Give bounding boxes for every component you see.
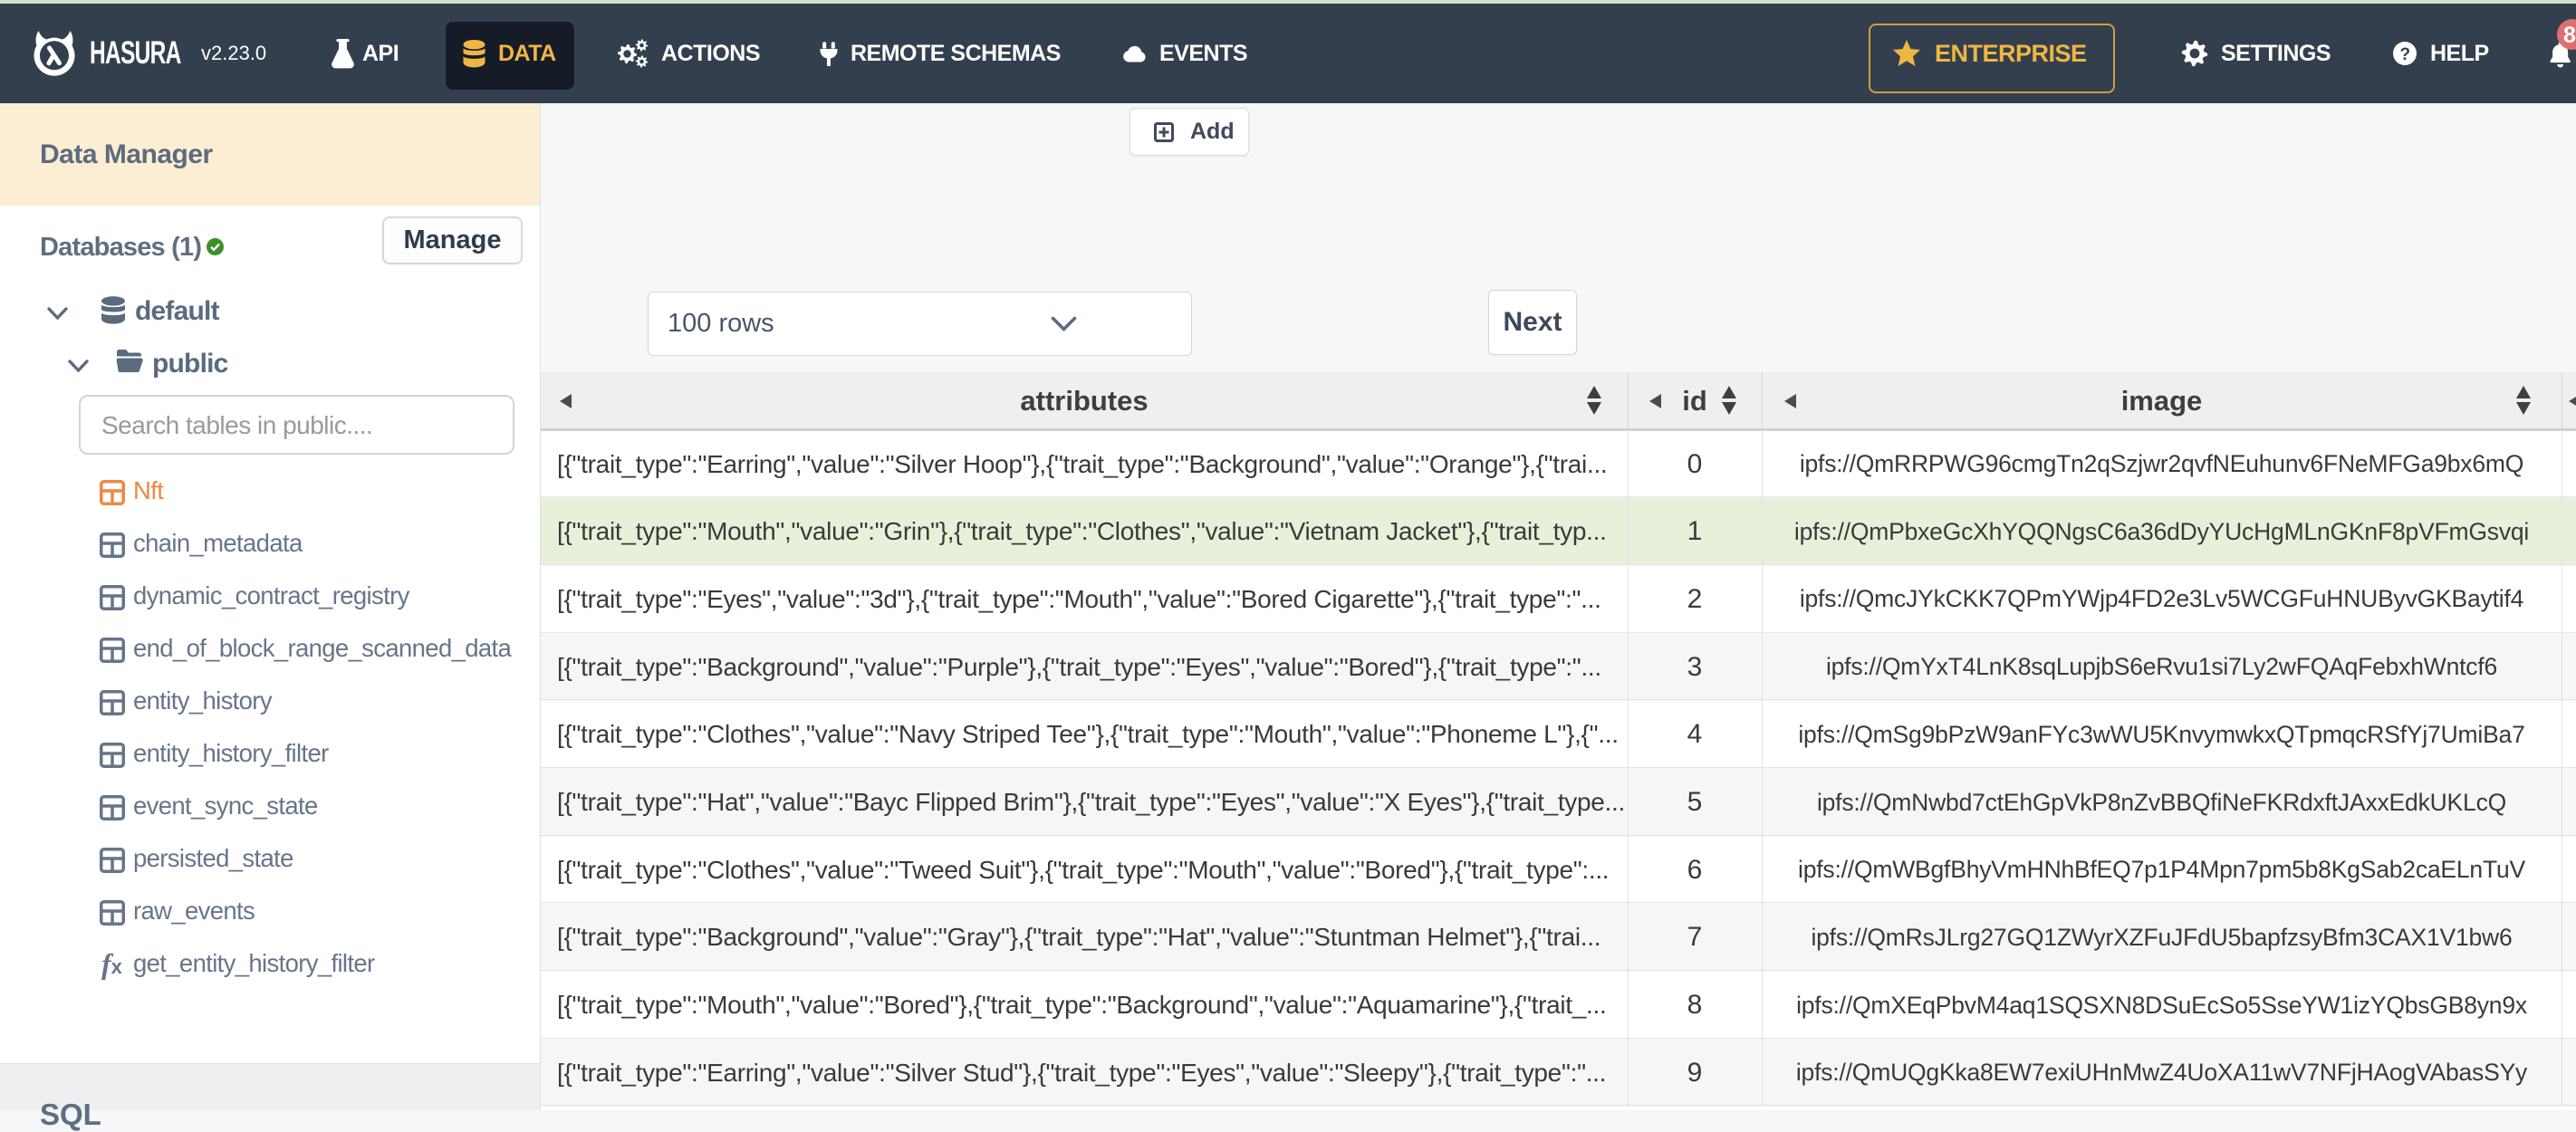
svg-text:?: ? <box>2399 45 2409 64</box>
